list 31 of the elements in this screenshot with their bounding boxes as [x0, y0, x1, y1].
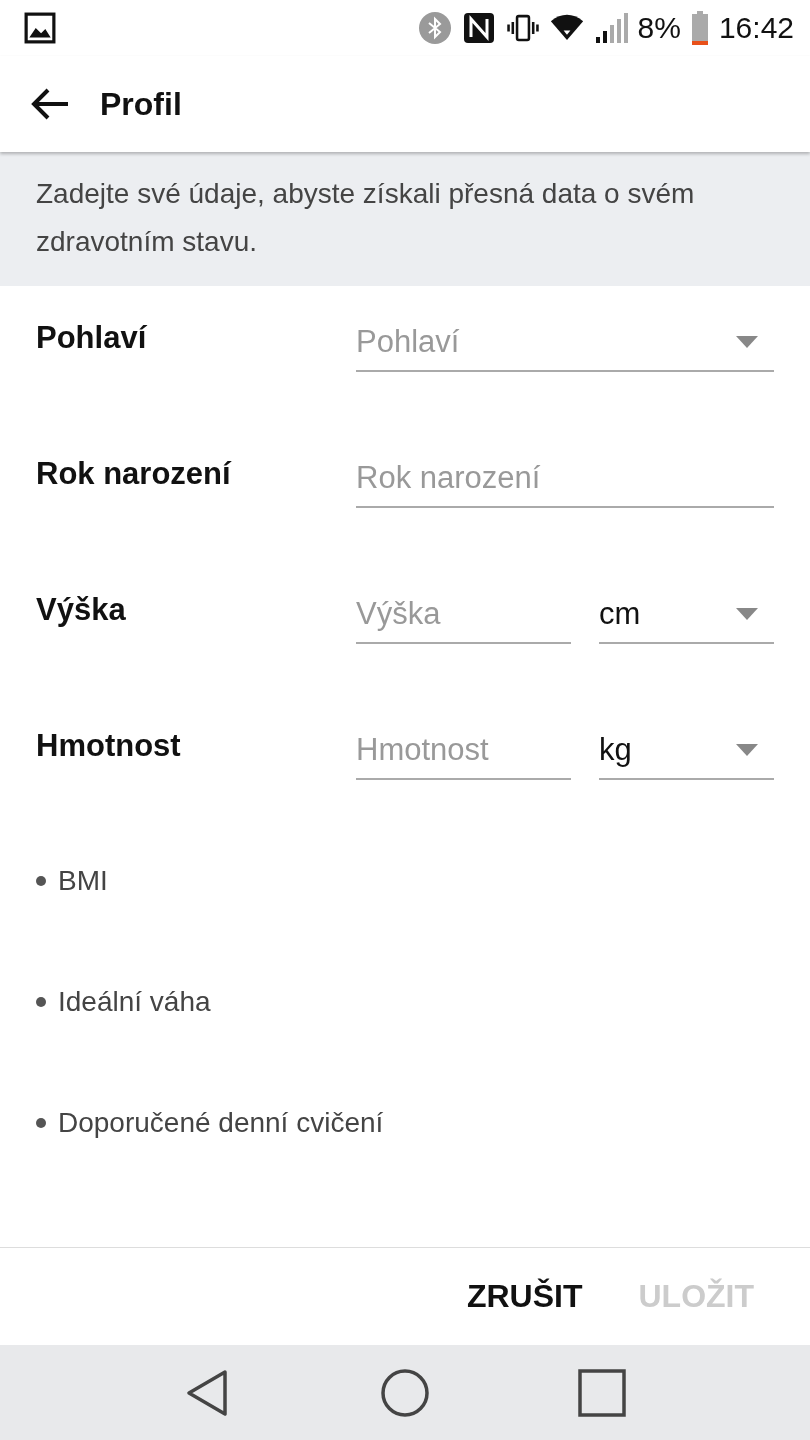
- field-label: Hmotnost: [36, 727, 182, 764]
- back-arrow-icon[interactable]: [30, 86, 70, 122]
- input-field[interactable]: Hmotnost: [356, 722, 571, 780]
- info-text: Zadejte své údaje, abyste získali přesná data o svém zdravotním stavu.: [36, 178, 695, 257]
- bullet-icon: [36, 996, 46, 1007]
- field-label: Rok narození: [36, 455, 233, 492]
- bullet-icon: [36, 875, 46, 886]
- page-title: Profil: [100, 85, 182, 123]
- battery-icon: [690, 11, 709, 45]
- input-field[interactable]: Výška: [356, 586, 571, 644]
- caret-icon: [736, 744, 758, 756]
- gallery-icon: [24, 12, 56, 44]
- result-label: Ideální váha: [58, 985, 211, 1018]
- signal-icon: [593, 11, 628, 45]
- result-label: BMI: [58, 864, 108, 897]
- action-button[interactable]: ZRUŠIT: [466, 1270, 583, 1323]
- bullet-icon: [36, 1117, 46, 1128]
- unit-dropdown[interactable]: cm: [599, 586, 774, 644]
- result-label: Doporučené denní cvičení: [58, 1106, 384, 1139]
- field-label: Pohlaví: [36, 319, 148, 356]
- home-icon[interactable]: [380, 1367, 430, 1418]
- caret-icon: [736, 336, 758, 348]
- bluetooth-icon: [417, 11, 452, 45]
- clock: 16:42: [718, 11, 794, 45]
- recents-icon[interactable]: [576, 1367, 627, 1418]
- nfc-icon: [461, 11, 496, 45]
- unit-dropdown[interactable]: kg: [599, 722, 774, 780]
- input-field[interactable]: Rok narození: [356, 450, 774, 508]
- field-label: Výška: [36, 591, 127, 628]
- caret-icon: [736, 608, 758, 620]
- battery-percent: 8%: [637, 11, 681, 45]
